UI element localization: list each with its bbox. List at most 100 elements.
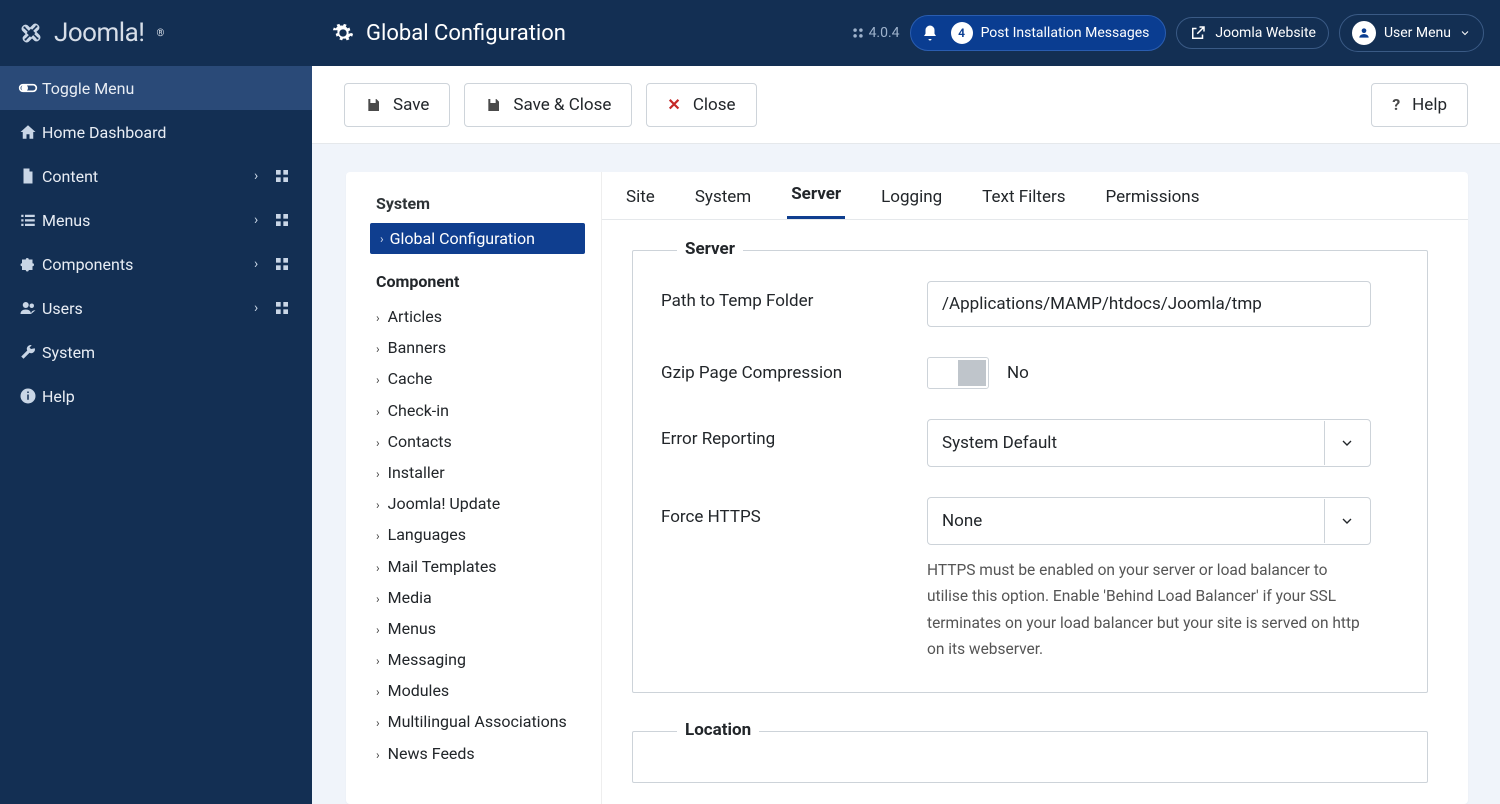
toolbar: Save Save & Close ✕ Close ? Help xyxy=(312,66,1500,144)
post-install-messages-button[interactable]: 4 Post Installation Messages xyxy=(910,15,1167,51)
tree-component-multilingual-associations[interactable]: ›Multilingual Associations xyxy=(376,706,585,737)
info-icon xyxy=(14,387,42,405)
chevron-right-icon: › xyxy=(376,748,380,762)
sidebar-item-system[interactable]: System xyxy=(0,330,312,374)
fieldset-location: Location xyxy=(632,731,1428,783)
sidebar-item-menus[interactable]: Menus › xyxy=(0,198,312,242)
wrench-icon xyxy=(14,343,42,361)
dashboard-icon[interactable] xyxy=(274,256,298,272)
help-force-https: HTTPS must be enabled on your server or … xyxy=(927,557,1371,662)
save-button[interactable]: Save xyxy=(344,83,450,127)
sidebar-item-users[interactable]: Users › xyxy=(0,286,312,330)
tree-component-banners[interactable]: ›Banners xyxy=(376,332,585,363)
chevron-right-icon: › xyxy=(254,212,274,228)
save-icon xyxy=(485,97,501,113)
joomla-logo[interactable]: Joomla!® xyxy=(18,18,164,48)
chevron-down-icon xyxy=(1324,421,1368,465)
tab-logging[interactable]: Logging xyxy=(877,175,946,219)
select-force-https[interactable]: None xyxy=(927,497,1371,545)
tree-component-messaging[interactable]: ›Messaging xyxy=(376,644,585,675)
toggle-icon xyxy=(14,78,42,98)
user-icon xyxy=(1352,21,1376,45)
chevron-right-icon: › xyxy=(376,561,380,575)
gear-icon xyxy=(332,22,354,44)
home-icon xyxy=(14,123,42,141)
fieldset-server: Server Path to Temp Folder Gzip Page Com… xyxy=(632,250,1428,693)
save-close-button[interactable]: Save & Close xyxy=(464,83,632,127)
chevron-down-icon xyxy=(1459,27,1471,39)
bell-icon xyxy=(921,24,939,42)
chevron-right-icon: › xyxy=(376,467,380,481)
chevron-right-icon: › xyxy=(376,405,380,419)
chevron-right-icon: › xyxy=(376,373,380,387)
sidebar-item-content[interactable]: Content › xyxy=(0,154,312,198)
joomla-website-button[interactable]: Joomla Website xyxy=(1176,17,1329,49)
sidebar-item-home[interactable]: Home Dashboard xyxy=(0,110,312,154)
tab-server[interactable]: Server xyxy=(787,172,845,219)
help-button[interactable]: ? Help xyxy=(1371,83,1468,127)
tree-component-media[interactable]: ›Media xyxy=(376,582,585,613)
chevron-right-icon: › xyxy=(380,232,384,246)
user-menu-button[interactable]: User Menu xyxy=(1339,14,1484,52)
tree-component-modules[interactable]: ›Modules xyxy=(376,675,585,706)
tree-component-joomla-update[interactable]: ›Joomla! Update xyxy=(376,488,585,519)
brand-text: Joomla! xyxy=(54,18,144,48)
chevron-right-icon: › xyxy=(376,529,380,543)
label-force-https: Force HTTPS xyxy=(661,497,927,527)
label-gzip: Gzip Page Compression xyxy=(661,363,927,383)
tab-site[interactable]: Site xyxy=(622,175,659,219)
chevron-right-icon: › xyxy=(376,685,380,699)
list-icon xyxy=(14,211,42,229)
chevron-right-icon: › xyxy=(254,256,274,272)
tab-permissions[interactable]: Permissions xyxy=(1102,175,1204,219)
chevron-down-icon xyxy=(1324,499,1368,543)
chevron-right-icon: › xyxy=(376,623,380,637)
save-icon xyxy=(365,97,381,113)
config-tree: System › Global Configuration Component … xyxy=(346,172,602,804)
sidebar-toggle[interactable]: Toggle Menu xyxy=(0,66,312,110)
tree-component-mail-templates[interactable]: ›Mail Templates xyxy=(376,551,585,582)
tree-component-check-in[interactable]: ›Check-in xyxy=(376,395,585,426)
sidebar: Toggle Menu Home Dashboard Content › Men… xyxy=(0,66,312,804)
tree-component-languages[interactable]: ›Languages xyxy=(376,519,585,550)
tree-component-cache[interactable]: ›Cache xyxy=(376,363,585,394)
tree-component-contacts[interactable]: ›Contacts xyxy=(376,426,585,457)
tree-component-installer[interactable]: ›Installer xyxy=(376,457,585,488)
chevron-right-icon: › xyxy=(254,168,274,184)
chevron-right-icon: › xyxy=(376,654,380,668)
joomla-icon xyxy=(18,20,44,46)
sidebar-item-components[interactable]: Components › xyxy=(0,242,312,286)
input-tmp-path[interactable] xyxy=(927,281,1371,327)
dashboard-icon[interactable] xyxy=(274,212,298,228)
chevron-right-icon: › xyxy=(376,498,380,512)
users-icon xyxy=(14,299,42,317)
tree-component-menus[interactable]: ›Menus xyxy=(376,613,585,644)
tree-component-articles[interactable]: ›Articles xyxy=(376,301,585,332)
tab-system[interactable]: System xyxy=(691,175,755,219)
puzzle-icon xyxy=(14,255,42,273)
dashboard-icon[interactable] xyxy=(274,300,298,316)
page-title-area: Global Configuration xyxy=(312,21,851,46)
close-icon: ✕ xyxy=(667,95,680,114)
tabs: Site System Server Logging Text Filters Permi… xyxy=(602,172,1468,220)
joomla-small-icon xyxy=(851,26,865,40)
chevron-right-icon: › xyxy=(376,311,380,325)
sidebar-item-help[interactable]: Help xyxy=(0,374,312,418)
brand-area: Joomla!® xyxy=(0,0,312,66)
label-error-reporting: Error Reporting xyxy=(661,419,927,449)
dashboard-icon[interactable] xyxy=(274,168,298,184)
select-error-reporting[interactable]: System Default xyxy=(927,419,1371,467)
tab-text-filters[interactable]: Text Filters xyxy=(978,175,1069,219)
close-button[interactable]: ✕ Close xyxy=(646,83,756,127)
question-icon: ? xyxy=(1392,95,1400,114)
chevron-right-icon: › xyxy=(376,436,380,450)
tree-global-configuration[interactable]: › Global Configuration xyxy=(370,223,585,254)
messages-count: 4 xyxy=(951,22,973,44)
tree-component-news-feeds[interactable]: ›News Feeds xyxy=(376,738,585,769)
toggle-gzip[interactable] xyxy=(927,357,989,389)
tree-component-header: Component xyxy=(376,272,585,291)
legend-server: Server xyxy=(677,239,743,259)
chevron-right-icon: › xyxy=(376,342,380,356)
chevron-right-icon: › xyxy=(376,592,380,606)
label-tmp-path: Path to Temp Folder xyxy=(661,281,927,311)
